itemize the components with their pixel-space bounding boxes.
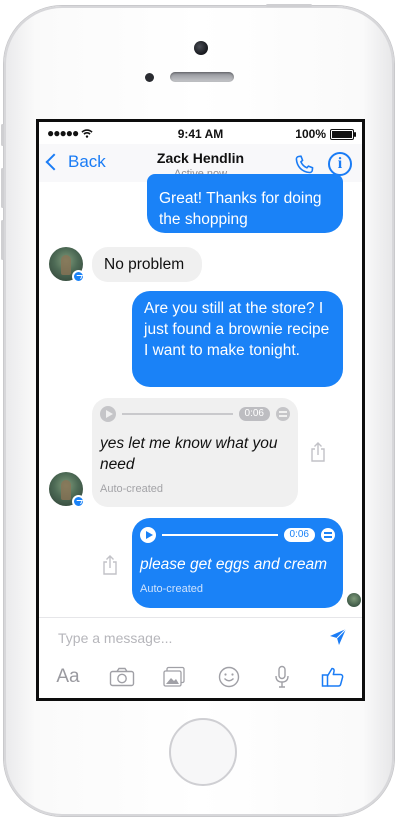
gallery-button[interactable] bbox=[159, 664, 189, 690]
battery-icon bbox=[330, 128, 356, 140]
emoji-icon bbox=[218, 666, 240, 688]
microphone-button[interactable] bbox=[267, 664, 297, 690]
audio-duration: 0:06 bbox=[238, 407, 270, 421]
battery-percent: 100% bbox=[295, 127, 326, 141]
gallery-icon bbox=[163, 666, 185, 687]
message-bubble-outgoing[interactable]: Great! Thanks for doing the shopping bbox=[147, 174, 343, 233]
transcript-menu-icon[interactable] bbox=[276, 407, 290, 421]
message-composer: Aa bbox=[39, 617, 362, 698]
home-button[interactable] bbox=[169, 718, 237, 786]
message-input[interactable] bbox=[56, 626, 310, 650]
share-icon[interactable] bbox=[102, 555, 118, 575]
thumbs-up-icon bbox=[321, 667, 344, 687]
power-button bbox=[266, 4, 312, 7]
info-icon[interactable]: i bbox=[328, 152, 352, 176]
read-receipt-avatar bbox=[347, 593, 361, 607]
auto-created-label: Auto-created bbox=[140, 583, 203, 595]
message-text: Great! Thanks for doing the shopping bbox=[159, 190, 322, 228]
audio-duration: 0:06 bbox=[283, 528, 315, 542]
emoji-button[interactable] bbox=[214, 664, 244, 690]
transcript-menu-icon[interactable] bbox=[321, 528, 335, 542]
microphone-icon bbox=[275, 665, 289, 688]
front-camera bbox=[194, 41, 208, 55]
messenger-badge-icon bbox=[72, 270, 85, 283]
audio-progress-track[interactable] bbox=[162, 534, 278, 536]
message-bubble-incoming[interactable]: No problem bbox=[92, 247, 202, 282]
status-bar: ●●●●● 9:41 AM 100% bbox=[39, 122, 362, 144]
play-icon[interactable] bbox=[140, 527, 156, 543]
audio-message-outgoing[interactable]: 0:06 please get eggs and cream Auto-crea… bbox=[132, 518, 343, 608]
message-text: No problem bbox=[104, 256, 185, 273]
audio-player: 0:06 bbox=[100, 404, 290, 424]
camera-icon bbox=[109, 667, 135, 687]
proximity-sensor bbox=[145, 73, 154, 82]
send-icon[interactable] bbox=[328, 627, 348, 647]
message-text: Are you still at the store? I just found… bbox=[144, 300, 330, 359]
phone-screen: ●●●●● 9:41 AM 100% Back Zack Hendlin Act… bbox=[36, 119, 365, 701]
share-icon[interactable] bbox=[310, 442, 326, 462]
composer-toolbar: Aa bbox=[39, 664, 362, 690]
volume-up-button bbox=[1, 168, 4, 208]
audio-transcript: yes let me know what you need bbox=[100, 435, 278, 473]
messenger-badge-icon bbox=[72, 495, 85, 508]
play-icon[interactable] bbox=[100, 406, 116, 422]
earpiece-speaker bbox=[170, 72, 234, 82]
volume-down-button bbox=[1, 220, 4, 260]
audio-transcript: please get eggs and cream bbox=[140, 556, 327, 573]
battery-status: 100% bbox=[295, 127, 356, 141]
contact-avatar[interactable] bbox=[49, 472, 85, 508]
like-button[interactable] bbox=[318, 664, 348, 690]
text-format-button[interactable]: Aa bbox=[53, 664, 83, 690]
audio-message-incoming[interactable]: 0:06 yes let me know what you need Auto-… bbox=[92, 398, 298, 507]
auto-created-label: Auto-created bbox=[100, 483, 163, 495]
message-bubble-outgoing[interactable]: Are you still at the store? I just found… bbox=[132, 291, 343, 387]
camera-button[interactable] bbox=[107, 664, 137, 690]
contact-avatar[interactable] bbox=[49, 247, 85, 283]
mute-switch bbox=[1, 124, 4, 146]
audio-progress-track[interactable] bbox=[122, 413, 233, 415]
audio-player: 0:06 bbox=[140, 525, 335, 545]
